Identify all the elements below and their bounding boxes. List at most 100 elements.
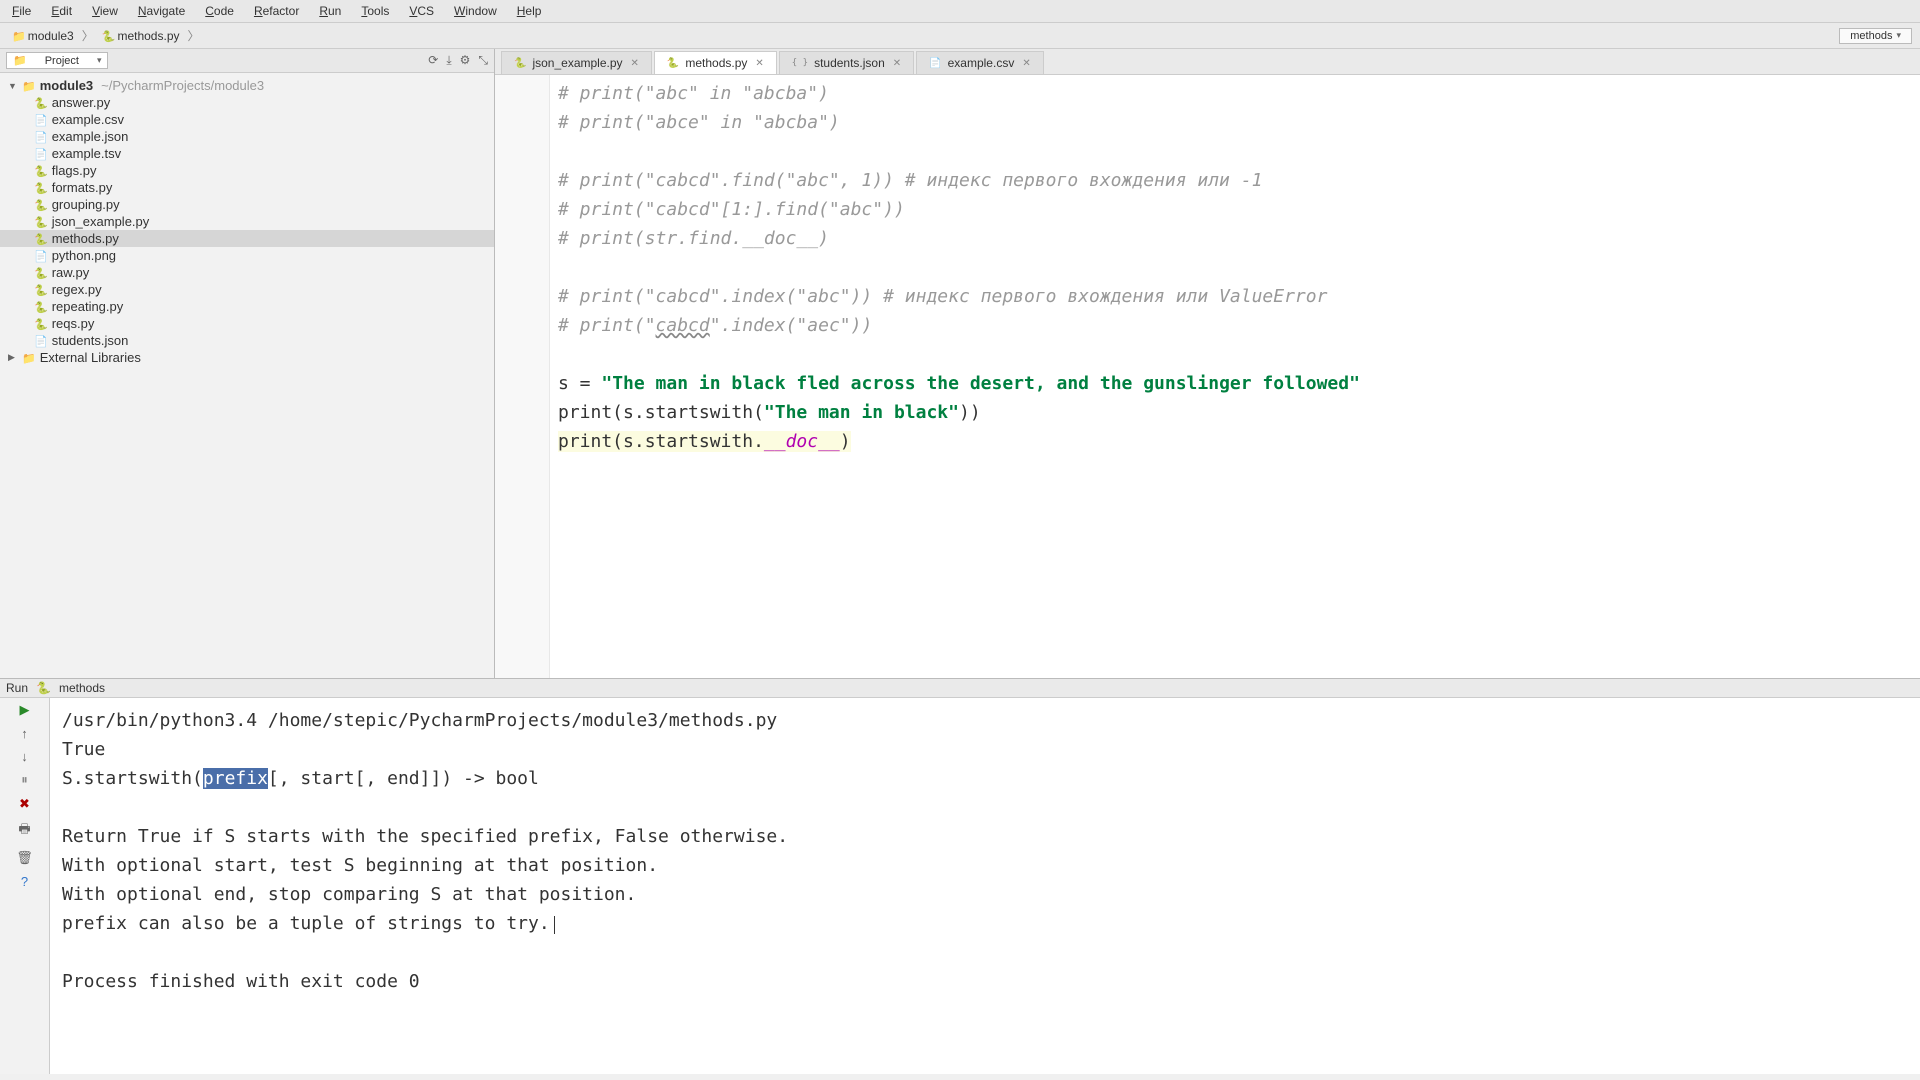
menu-file[interactable]: File [4,2,39,20]
run-header[interactable]: Run 🐍 methods [0,679,1920,698]
run-up-icon[interactable]: ↑ [21,726,28,741]
run-output-line: Process finished with exit code 0 [62,971,420,992]
tree-file[interactable]: grouping.py [0,196,494,213]
editor-tab-bar[interactable]: json_example.py✕methods.py✕students.json… [495,49,1920,75]
code-editor[interactable]: # print("abc" in "abcba") # print("abce"… [550,75,1920,678]
run-output-line: With optional end, stop comparing S at t… [62,884,636,905]
close-icon[interactable]: ✕ [1022,58,1030,69]
project-view-label: Project [45,55,79,67]
code-line: # print("cabcd".index("abc")) # индекс п… [558,286,1327,307]
editor-tab-label: example.csv [948,56,1015,70]
menu-help[interactable]: Help [509,2,550,20]
file-icon [34,146,48,161]
tree-file[interactable]: regex.py [0,281,494,298]
breadcrumb-file-label: methods.py [117,29,179,43]
hide-icon[interactable]: ⤡ [478,53,488,68]
tree-file[interactable]: python.png [0,247,494,264]
tree-file[interactable]: formats.py [0,179,494,196]
tree-file[interactable]: example.csv [0,111,494,128]
run-down-icon[interactable]: ↓ [21,749,28,764]
tree-file[interactable]: methods.py [0,230,494,247]
code-line: # print("cabcd".find("abc", 1)) # индекс… [558,170,1262,191]
tree-root-name: module3 [40,78,93,93]
close-icon[interactable]: ✕ [893,58,901,69]
editor-tab[interactable]: methods.py ✕ [654,51,777,74]
tree-file[interactable]: repeating.py [0,298,494,315]
menu-tools[interactable]: Tools [353,2,397,20]
folder-icon [22,78,36,93]
run-config-selector[interactable]: methods [1839,28,1912,44]
tree-file[interactable]: flags.py [0,162,494,179]
tree-file[interactable]: students.json [0,332,494,349]
project-sidebar: Project ⟳ ⤓ ⚙ ⤡ ▼module3~/PycharmProject… [0,49,495,678]
menu-code[interactable]: Code [197,2,242,20]
project-tree[interactable]: ▼module3~/PycharmProjects/module3 answer… [0,73,494,678]
python-icon [34,197,48,212]
editor-tab-label: students.json [814,56,885,70]
project-sidebar-header: Project ⟳ ⤓ ⚙ ⤡ [0,49,494,73]
editor-gutter[interactable] [495,75,550,678]
stop-icon[interactable]: ✖ [19,796,30,812]
breadcrumb-separator: 〉 [188,27,200,44]
tree-file-label: json_example.py [52,214,150,229]
settings-icon[interactable]: ⚙ [460,53,471,68]
close-icon[interactable]: ✕ [631,58,639,69]
breadcrumb-file[interactable]: methods.py [98,28,184,44]
tree-file[interactable]: example.tsv [0,145,494,162]
tree-file[interactable]: reqs.py [0,315,494,332]
help-icon[interactable]: ? [21,874,28,889]
rerun-icon[interactable]: ▶ [20,702,30,718]
tree-file[interactable]: json_example.py [0,213,494,230]
editor-tab-label: methods.py [685,56,747,70]
tree-external-label: External Libraries [40,350,141,365]
selected-text: prefix [203,768,268,789]
editor-tab[interactable]: example.csv ✕ [916,51,1044,74]
python-icon [34,214,48,229]
menu-refactor[interactable]: Refactor [246,2,307,20]
tree-file-label: python.png [52,248,116,263]
scroll-from-source-icon[interactable]: ⟳ [428,53,438,68]
run-output[interactable]: /usr/bin/python3.4 /home/stepic/PycharmP… [50,698,1920,1074]
tree-file[interactable]: raw.py [0,264,494,281]
breadcrumb-project-label: module3 [28,29,74,43]
trash-icon[interactable]: 🗑 [16,850,33,866]
file-icon [34,112,48,127]
tree-file-label: raw.py [52,265,90,280]
breadcrumb-project[interactable]: module3 [8,28,78,44]
pause-icon[interactable]: ⏸ [21,772,28,788]
close-icon[interactable]: ✕ [755,58,763,69]
run-header-label: Run [6,681,28,695]
menu-run[interactable]: Run [311,2,349,20]
tree-file[interactable]: answer.py [0,94,494,111]
collapse-all-icon[interactable]: ⤓ [446,53,451,68]
menu-view[interactable]: View [84,2,126,20]
library-icon [22,350,36,365]
folder-icon [13,54,27,67]
tree-file-label: formats.py [52,180,113,195]
menu-window[interactable]: Window [446,2,505,20]
menu-edit[interactable]: Edit [43,2,80,20]
code-line: # print("abc" in "abcba") [558,83,829,104]
tree-external[interactable]: ▶External Libraries [0,349,494,366]
code-line: # print("abce" in "abcba") [558,112,840,133]
tree-file-label: answer.py [52,95,111,110]
run-config-label: methods [1850,30,1892,42]
editor-area: json_example.py✕methods.py✕students.json… [495,49,1920,678]
tree-root[interactable]: ▼module3~/PycharmProjects/module3 [0,77,494,94]
tree-file-label: regex.py [52,282,102,297]
code-line-current: print(s.startswith.__doc__) [558,431,851,452]
tree-file[interactable]: example.json [0,128,494,145]
editor-tab[interactable]: students.json ✕ [779,51,914,74]
python-icon [34,180,48,195]
editor-tab[interactable]: json_example.py✕ [501,51,652,74]
python-icon [34,95,48,110]
print-icon[interactable]: 🖶 [18,820,30,842]
run-output-line: S.startswith(prefix[, start[, end]]) -> … [62,768,539,789]
project-view-dropdown[interactable]: Project [6,52,108,69]
menu-vcs[interactable]: VCS [401,2,442,20]
menubar[interactable]: File Edit View Navigate Code Refactor Ru… [0,0,1920,23]
run-output-line: Return True if S starts with the specifi… [62,826,788,847]
menu-navigate[interactable]: Navigate [130,2,193,20]
code-line: # print("cabcd"[1:].find("abc")) [558,199,905,220]
run-toolbar: ▶ ↑ ↓ ⏸ ✖ 🖶 🗑 ? [0,698,50,1074]
